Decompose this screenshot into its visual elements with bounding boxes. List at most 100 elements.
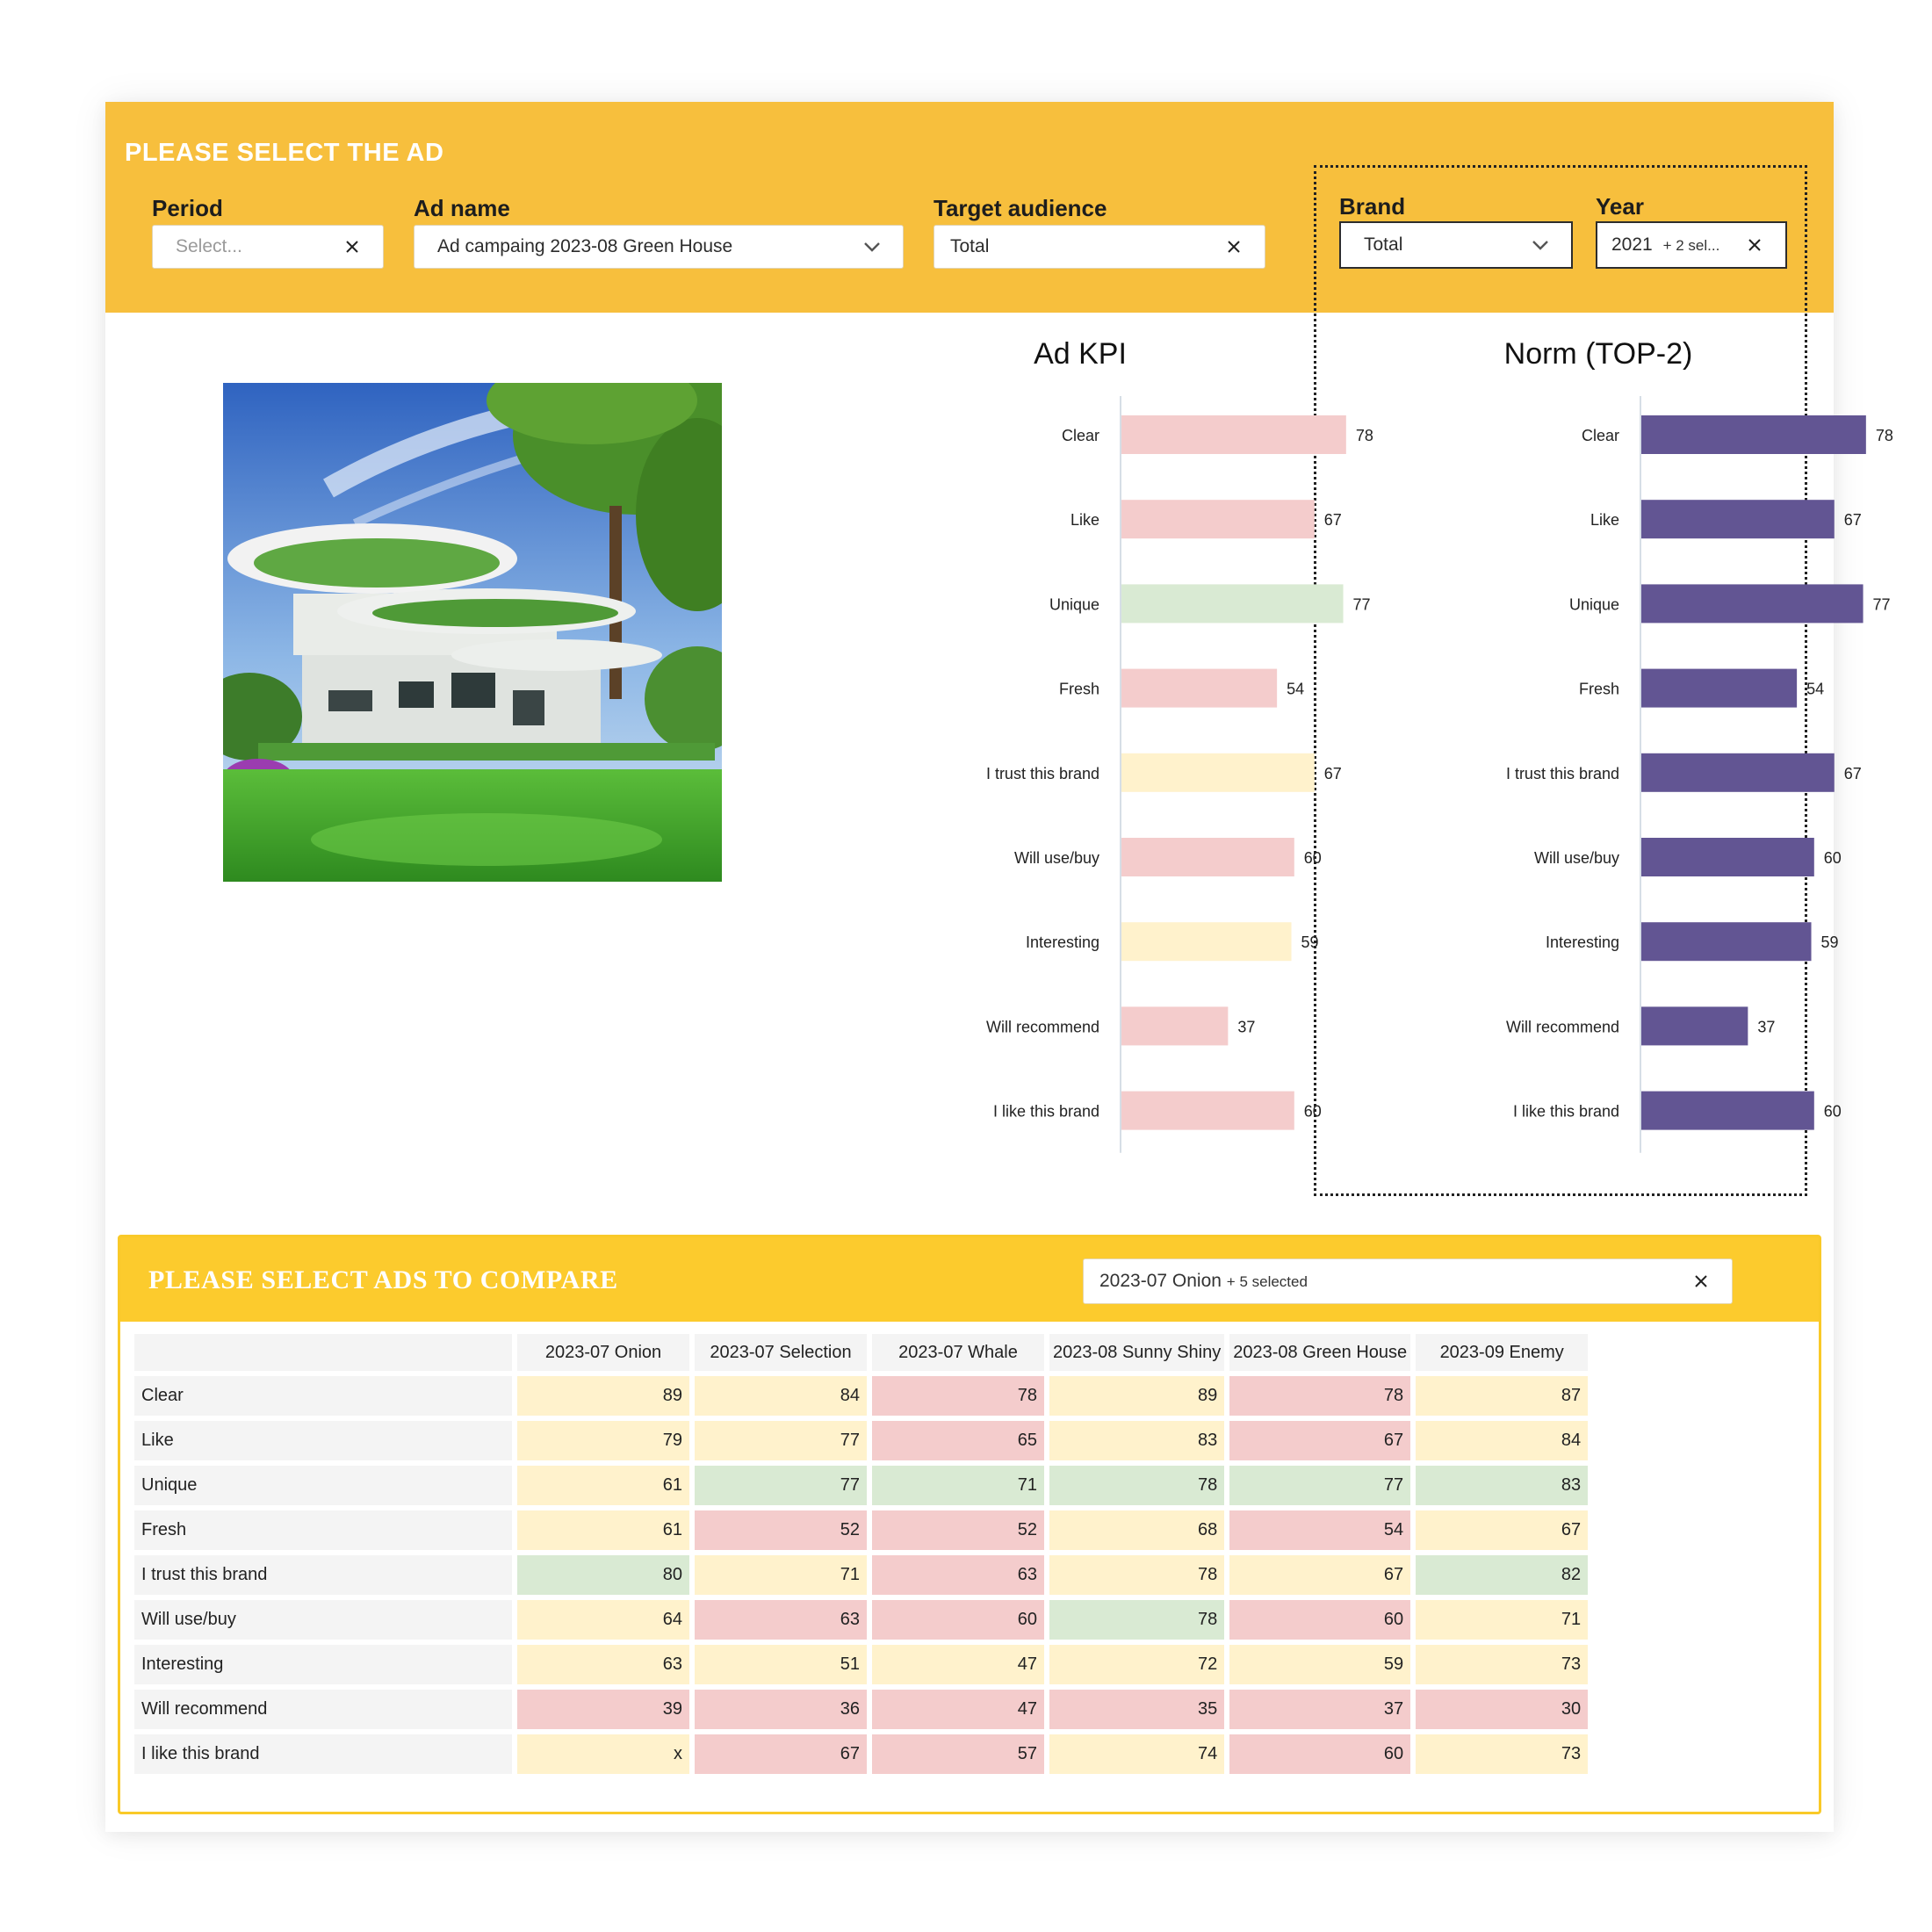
column-header[interactable]: 2023-09 Enemy (1416, 1334, 1589, 1371)
bar (1121, 1006, 1229, 1046)
period-placeholder: Select... (176, 236, 242, 256)
table-cell: 77 (695, 1466, 867, 1505)
table-cell: 77 (695, 1421, 867, 1460)
period-select[interactable]: Select... (152, 225, 384, 269)
table-cell: 47 (872, 1690, 1044, 1729)
table-cell: 79 (517, 1421, 689, 1460)
category-label: Will use/buy (1014, 849, 1099, 867)
column-header[interactable]: 2023-08 Sunny Shiny (1049, 1334, 1225, 1371)
clear-icon[interactable] (1224, 237, 1244, 256)
table-row: Fresh 61 52 52 68 54 67 (134, 1510, 1589, 1550)
table-row: I trust this brand 80 71 63 78 67 82 (134, 1555, 1589, 1595)
category-label: Unique (1569, 595, 1619, 613)
data-label: 59 (1821, 934, 1839, 951)
column-header[interactable]: 2023-08 Green House (1229, 1334, 1411, 1371)
category-label: Like (1590, 511, 1619, 529)
bar (1641, 838, 1814, 876)
category-label: Interesting (1546, 934, 1619, 951)
bar (1121, 668, 1278, 708)
column-header[interactable]: 2023-07 Onion (517, 1334, 689, 1371)
table-cell: 78 (872, 1376, 1044, 1416)
table-cell: 78 (1229, 1376, 1411, 1416)
table-cell: 60 (1229, 1600, 1411, 1640)
table-cell: 78 (1049, 1555, 1225, 1595)
data-label: 60 (1824, 1103, 1842, 1121)
table-cell: 61 (517, 1466, 689, 1505)
table-cell: 64 (517, 1600, 689, 1640)
period-label: Period (152, 195, 223, 221)
bar (1641, 415, 1866, 454)
table-cell: 39 (517, 1690, 689, 1729)
bar (1121, 922, 1292, 962)
table-cell: 74 (1049, 1734, 1225, 1774)
table-row: Will recommend 39 36 47 35 37 30 (134, 1690, 1589, 1729)
table-cell: 84 (695, 1376, 867, 1416)
table-cell: 78 (1049, 1600, 1225, 1640)
table-cell: 89 (517, 1376, 689, 1416)
table-row: Clear 89 84 78 89 78 87 (134, 1376, 1589, 1416)
row-label: Clear (134, 1376, 512, 1416)
target-audience-select[interactable]: Total (934, 225, 1265, 269)
ad-image (223, 383, 722, 882)
bar (1641, 1006, 1748, 1046)
ad-name-select[interactable]: Ad campaing 2023-08 Green House (414, 225, 904, 269)
data-label: 60 (1304, 849, 1322, 867)
data-label: 54 (1287, 681, 1304, 698)
clear-icon[interactable] (1691, 1272, 1711, 1291)
category-label: Clear (1582, 427, 1619, 444)
category-label: I like this brand (993, 1103, 1099, 1121)
ad-kpi-chart: Clear 78Like 67Unique 77Fresh 54I trust this… (986, 396, 1373, 1153)
bar (1121, 500, 1315, 539)
data-label: 54 (1806, 681, 1824, 698)
table-cell: 77 (1229, 1466, 1411, 1505)
table-cell: 87 (1416, 1376, 1589, 1416)
bar (1121, 1091, 1294, 1130)
table-cell: 83 (1416, 1466, 1589, 1505)
bar (1641, 753, 1835, 792)
target-audience-label: Target audience (934, 195, 1107, 221)
ad-kpi-title: Ad KPI (1034, 337, 1127, 371)
table-row: Interesting 63 51 47 72 59 73 (134, 1645, 1589, 1684)
clear-icon[interactable] (342, 237, 362, 256)
table-cell: 67 (695, 1734, 867, 1774)
category-label: Will recommend (1506, 1018, 1619, 1035)
table-cell: 37 (1229, 1690, 1411, 1729)
bar (1641, 668, 1798, 708)
dashboard-card: PLEASE SELECT THE AD Period Select... Ad… (105, 102, 1893, 1832)
data-label: 59 (1301, 934, 1319, 951)
ad-selection-title: PLEASE SELECT THE AD (125, 139, 444, 167)
compare-select-value: 2023-07 Onion (1099, 1271, 1222, 1291)
table-cell: 51 (695, 1645, 867, 1684)
ad-name-value: Ad campaing 2023-08 Green House (437, 236, 733, 256)
table-cell: 59 (1229, 1645, 1411, 1684)
compare-section: PLEASE SELECT ADS TO COMPARE 2023-07 Oni… (118, 1235, 1821, 1814)
norm-title: Norm (TOP-2) (1503, 337, 1693, 371)
bar (1641, 500, 1835, 539)
column-header[interactable]: 2023-07 Selection (695, 1334, 867, 1371)
data-label: 77 (1873, 595, 1891, 613)
chevron-down-icon[interactable] (862, 237, 882, 256)
table-cell: 57 (872, 1734, 1044, 1774)
table-cell: 63 (517, 1645, 689, 1684)
bar (1121, 584, 1344, 624)
table-cell: 52 (695, 1510, 867, 1550)
data-label: 67 (1844, 511, 1862, 529)
compare-select-extra: + 5 selected (1226, 1273, 1308, 1290)
data-label: 37 (1237, 1018, 1255, 1035)
data-label: 37 (1757, 1018, 1775, 1035)
corner-cell (134, 1334, 512, 1371)
norm-chart: Clear 78 Like 67 Unique 77 Fresh 54 I trust this… (1506, 396, 1893, 1153)
table-cell: 67 (1229, 1555, 1411, 1595)
column-header[interactable]: 2023-07 Whale (872, 1334, 1044, 1371)
table-cell: x (517, 1734, 689, 1774)
table-row: Unique 61 77 71 78 77 83 (134, 1466, 1589, 1505)
compare-select-value-wrap: 2023-07 Onion + 5 selected (1099, 1271, 1691, 1292)
table-cell: 83 (1049, 1421, 1225, 1460)
data-label: 60 (1824, 849, 1842, 867)
table-cell: 82 (1416, 1555, 1589, 1595)
category-label: Fresh (1059, 681, 1099, 698)
table-row: Like 79 77 65 83 67 84 (134, 1421, 1589, 1460)
table-cell: 73 (1416, 1734, 1589, 1774)
compare-ads-select[interactable]: 2023-07 Onion + 5 selected (1083, 1258, 1733, 1304)
table-cell: 65 (872, 1421, 1044, 1460)
